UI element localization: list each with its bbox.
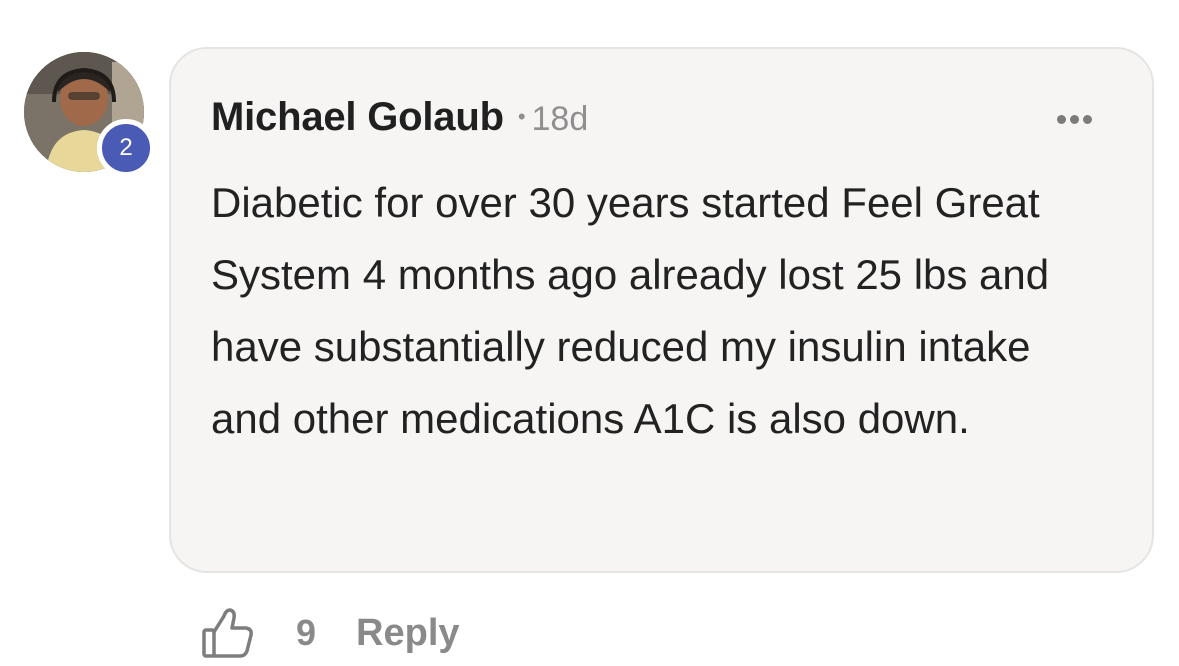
comment-actions: 9 Reply xyxy=(198,604,460,662)
separator-dot: • xyxy=(517,104,526,129)
author-name[interactable]: Michael Golaub xyxy=(211,95,504,140)
more-dot-3 xyxy=(1083,115,1092,124)
comment-header: Michael Golaub • 18d xyxy=(211,95,588,140)
more-options-icon[interactable] xyxy=(1057,115,1092,124)
comment-text: Diabetic for over 30 years started Feel … xyxy=(211,179,1050,442)
avatar-container[interactable]: 2 xyxy=(24,52,155,177)
comment-timestamp[interactable]: 18d xyxy=(532,100,589,139)
avatar-badge: 2 xyxy=(97,119,155,177)
thumbs-up-icon[interactable] xyxy=(198,604,256,662)
comment-bubble: Michael Golaub • 18d Diabetic for over 3… xyxy=(169,47,1154,573)
like-count[interactable]: 9 xyxy=(296,612,316,654)
reply-button[interactable]: Reply xyxy=(356,612,459,655)
more-dot-1 xyxy=(1057,115,1066,124)
more-dot-2 xyxy=(1070,115,1079,124)
